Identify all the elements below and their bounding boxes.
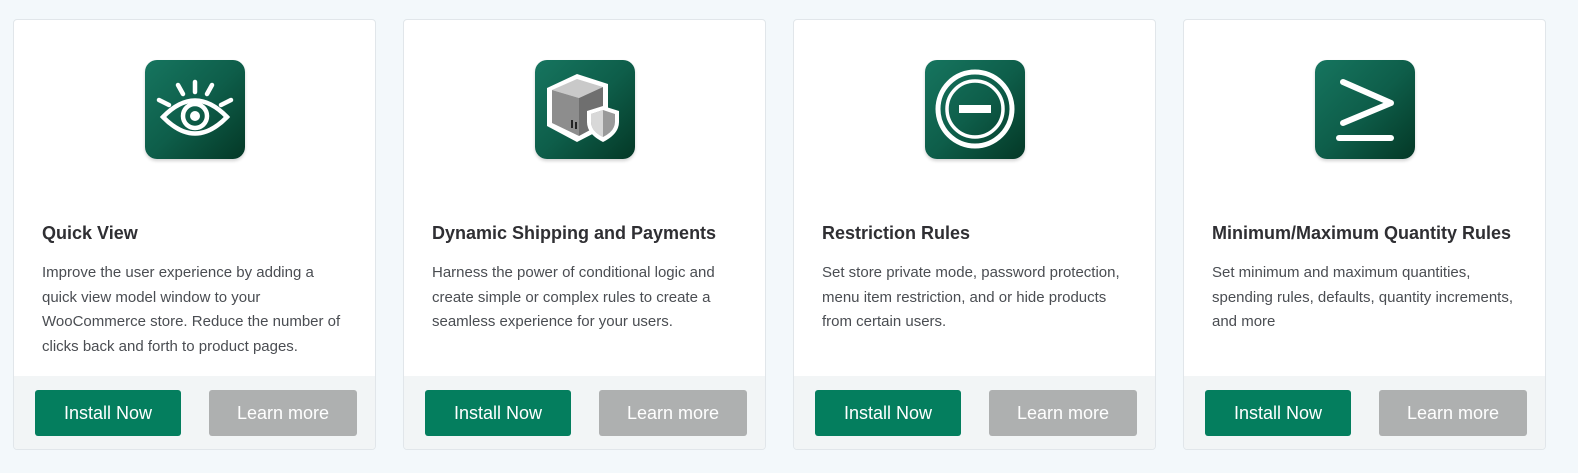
card-title: Minimum/Maximum Quantity Rules <box>1212 223 1512 243</box>
plugin-card-grid: Quick View Improve the user experience b… <box>13 19 1546 450</box>
card-description: Set minimum and maximum quantities, spen… <box>1212 264 1514 331</box>
plugin-card-min-max-quantity: Minimum/Maximum Quantity Rules Set minim… <box>1183 19 1546 450</box>
install-now-button[interactable]: Install Now <box>1205 390 1351 436</box>
card-title: Quick View <box>42 223 138 243</box>
install-now-button[interactable]: Install Now <box>35 390 181 436</box>
learn-more-button[interactable]: Learn more <box>209 390 357 436</box>
card-title: Dynamic Shipping and Payments <box>432 223 717 243</box>
install-now-button[interactable]: Install Now <box>425 390 571 436</box>
plugin-card-quick-view: Quick View Improve the user experience b… <box>13 19 376 450</box>
greater-than-or-equal-icon <box>1315 60 1415 159</box>
restriction-minus-circle-icon <box>925 60 1025 159</box>
card-description: Harness the power of conditional logic a… <box>432 264 715 331</box>
install-now-button[interactable]: Install Now <box>815 390 961 436</box>
learn-more-button[interactable]: Learn more <box>599 390 747 436</box>
eye-icon <box>145 60 245 159</box>
card-footer: Install Now Learn more <box>404 376 765 449</box>
learn-more-button[interactable]: Learn more <box>1379 390 1527 436</box>
card-description: Improve the user experience by adding a … <box>42 264 341 355</box>
card-footer: Install Now Learn more <box>794 376 1155 449</box>
plugin-card-restriction-rules: Restriction Rules Set store private mode… <box>793 19 1156 450</box>
learn-more-button[interactable]: Learn more <box>989 390 1137 436</box>
shipping-box-shield-icon <box>535 60 635 159</box>
plugin-card-dynamic-shipping: Dynamic Shipping and Payments Harness th… <box>403 19 766 450</box>
card-title: Restriction Rules <box>822 223 971 243</box>
card-footer: Install Now Learn more <box>14 376 375 449</box>
card-footer: Install Now Learn more <box>1184 376 1545 449</box>
card-description: Set store private mode, password protect… <box>822 264 1120 331</box>
